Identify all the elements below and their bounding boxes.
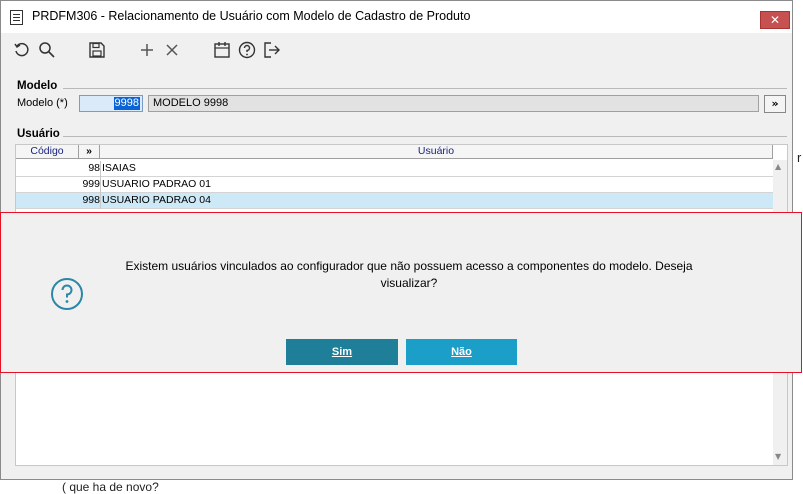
title-bar[interactable]: PRDFM306 - Relacionamento de Usuário com… [1,1,792,33]
table-row[interactable]: 98 ISAIAS [16,161,773,177]
column-header-expand[interactable]: » [79,145,100,159]
dialog-message: Existem usuários vinculados ao configura… [125,259,693,290]
scroll-up-icon[interactable]: ▲ [775,162,781,171]
save-icon[interactable] [86,39,108,61]
modelo-code-input[interactable]: 9998 [79,95,143,112]
modelo-section-label: Modelo [17,80,58,92]
usuario-divider [63,136,787,137]
row-code: 999 [82,178,100,190]
modelo-code-value: 9998 [113,97,140,110]
scroll-down-icon[interactable]: ▼ [775,452,781,461]
question-icon [51,278,83,310]
column-header-usuario[interactable]: Usuário [100,145,773,159]
row-name: USUARIO PADRAO 01 [102,178,211,190]
undo-icon[interactable] [11,39,33,61]
exit-icon[interactable] [261,39,283,61]
row-code: 98 [88,162,100,174]
confirm-dialog: Existem usuários vinculados ao configura… [0,212,802,373]
modelo-field-label: Modelo (*) [17,97,68,109]
background-edge-text: r [797,150,802,165]
calendar-icon[interactable] [211,39,233,61]
background-bottom-text: ( que ha de novo? [62,480,159,494]
close-button[interactable]: ✕ [760,11,790,29]
row-code: 998 [82,194,100,206]
window-title: PRDFM306 - Relacionamento de Usuário com… [32,9,471,23]
no-button[interactable]: Não [406,339,517,365]
search-icon[interactable] [36,39,58,61]
help-icon[interactable] [236,39,258,61]
row-name: ISAIAS [102,162,136,174]
table-row[interactable]: 999 USUARIO PADRAO 01 [16,177,773,193]
yes-button[interactable]: Sim [286,339,398,365]
modelo-description-field: MODELO 9998 [148,95,759,112]
table-row-selected[interactable]: 998 USUARIO PADRAO 04 [16,193,773,209]
document-icon [10,10,23,25]
modelo-lookup-button[interactable]: » [764,95,786,113]
delete-icon[interactable] [161,39,183,61]
row-name: USUARIO PADRAO 04 [102,194,211,206]
modelo-divider [63,88,787,89]
add-icon[interactable] [136,39,158,61]
column-header-codigo[interactable]: Código [16,145,79,159]
usuario-section-label: Usuário [17,128,60,140]
